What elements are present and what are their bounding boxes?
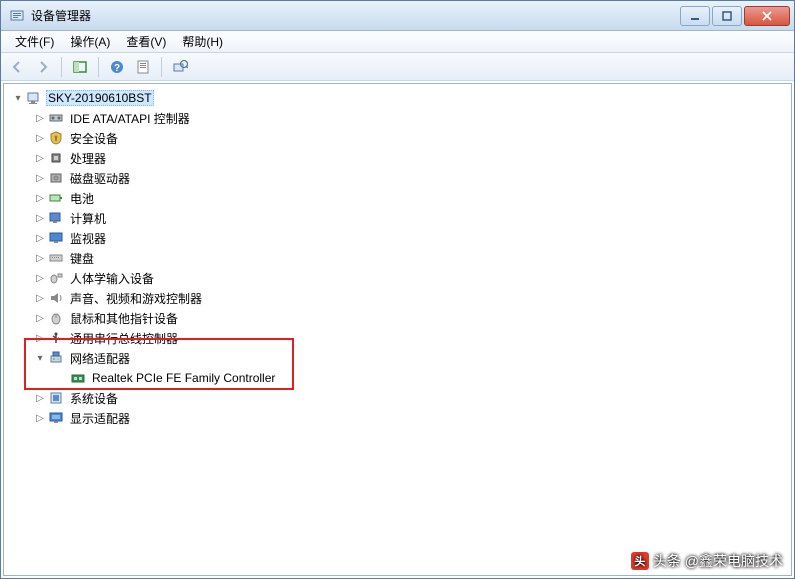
close-button[interactable] — [744, 6, 790, 26]
security-icon — [48, 130, 64, 146]
category-cpu[interactable]: ▷ 处理器 — [4, 148, 791, 168]
device-nic[interactable]: Realtek PCIe FE Family Controller — [4, 368, 791, 388]
network-icon — [48, 350, 64, 366]
properties-button[interactable] — [131, 55, 155, 79]
toolbar-separator — [98, 57, 99, 77]
app-icon — [9, 8, 25, 24]
watermark-icon: 头 — [631, 552, 649, 570]
mouse-icon — [48, 310, 64, 326]
expand-toggle[interactable]: ▷ — [34, 272, 46, 284]
menu-view[interactable]: 查看(V) — [118, 31, 174, 52]
titlebar: 设备管理器 — [1, 1, 794, 31]
tree-item-label: IDE ATA/ATAPI 控制器 — [68, 109, 192, 128]
svg-text:?: ? — [114, 63, 120, 74]
category-network[interactable]: ▾ 网络适配器 — [4, 348, 791, 368]
expand-toggle[interactable]: ▷ — [34, 152, 46, 164]
menu-file[interactable]: 文件(F) — [7, 31, 62, 52]
battery-icon — [48, 190, 64, 206]
expand-toggle[interactable]: ▷ — [34, 212, 46, 224]
tree-item-label: Realtek PCIe FE Family Controller — [90, 370, 277, 386]
expand-toggle[interactable]: ▷ — [34, 392, 46, 404]
usb-icon — [48, 330, 64, 346]
device-manager-window: 设备管理器 文件(F) 操作(A) 查看(V) 帮助(H) ? ▾ SKY-201… — [0, 0, 795, 579]
expand-toggle[interactable]: ▷ — [34, 232, 46, 244]
device-tree: ▾SKY-20190610BST▷IDE ATA/ATAPI 控制器▷安全设备▷… — [4, 88, 791, 428]
expand-toggle[interactable]: ▷ — [34, 292, 46, 304]
forward-button[interactable] — [31, 55, 55, 79]
tree-item-label: 鼠标和其他指针设备 — [68, 309, 180, 328]
menu-action[interactable]: 操作(A) — [62, 31, 118, 52]
tree-item-label: 人体学输入设备 — [68, 269, 156, 288]
computer-icon — [48, 210, 64, 226]
category-security[interactable]: ▷ 安全设备 — [4, 128, 791, 148]
scan-hardware-button[interactable] — [168, 55, 192, 79]
watermark-text: 头条 @鑫荣电脑技术 — [653, 551, 783, 571]
tree-item-label: 磁盘驱动器 — [68, 169, 132, 188]
menu-help[interactable]: 帮助(H) — [174, 31, 231, 52]
category-system[interactable]: ▷ 系统设备 — [4, 388, 791, 408]
help-button[interactable]: ? — [105, 55, 129, 79]
root-node[interactable]: ▾ SKY-20190610BST — [4, 88, 791, 108]
category-disk[interactable]: ▷ 磁盘驱动器 — [4, 168, 791, 188]
keyboard-icon — [48, 250, 64, 266]
category-hid[interactable]: ▷ 人体学输入设备 — [4, 268, 791, 288]
category-display[interactable]: ▷ 显示适配器 — [4, 408, 791, 428]
tree-item-label: 监视器 — [68, 229, 108, 248]
category-computer[interactable]: ▷ 计算机 — [4, 208, 791, 228]
ide-icon — [48, 110, 64, 126]
menubar: 文件(F) 操作(A) 查看(V) 帮助(H) — [1, 31, 794, 53]
category-mouse[interactable]: ▷ 鼠标和其他指针设备 — [4, 308, 791, 328]
expand-toggle[interactable]: ▷ — [34, 172, 46, 184]
expand-toggle[interactable]: ▾ — [34, 352, 46, 364]
tree-item-label: 显示适配器 — [68, 409, 132, 428]
minimize-button[interactable] — [680, 6, 710, 26]
tree-item-label: 系统设备 — [68, 389, 120, 408]
category-battery[interactable]: ▷ 电池 — [4, 188, 791, 208]
expand-toggle[interactable]: ▷ — [34, 412, 46, 424]
tree-item-label: 声音、视频和游戏控制器 — [68, 289, 204, 308]
category-keyboard[interactable]: ▷ 键盘 — [4, 248, 791, 268]
tree-item-label: SKY-20190610BST — [46, 90, 154, 106]
tree-panel[interactable]: ▾SKY-20190610BST▷IDE ATA/ATAPI 控制器▷安全设备▷… — [3, 83, 792, 576]
pc-icon — [26, 90, 42, 106]
tree-item-label: 网络适配器 — [68, 349, 132, 368]
window-buttons — [680, 6, 790, 26]
expand-toggle[interactable]: ▷ — [34, 112, 46, 124]
expand-toggle[interactable]: ▷ — [34, 332, 46, 344]
expand-toggle[interactable]: ▷ — [34, 132, 46, 144]
tree-item-label: 通用串行总线控制器 — [68, 329, 180, 348]
expand-toggle[interactable]: ▷ — [34, 192, 46, 204]
tree-item-label: 计算机 — [68, 209, 108, 228]
window-title: 设备管理器 — [31, 7, 680, 24]
toolbar-separator — [161, 57, 162, 77]
category-sound[interactable]: ▷ 声音、视频和游戏控制器 — [4, 288, 791, 308]
expand-toggle[interactable]: ▷ — [34, 252, 46, 264]
toolbar: ? — [1, 53, 794, 81]
tree-item-label: 键盘 — [68, 249, 96, 268]
category-ide[interactable]: ▷ IDE ATA/ATAPI 控制器 — [4, 108, 791, 128]
tree-item-label: 电池 — [68, 189, 96, 208]
disk-icon — [48, 170, 64, 186]
show-hide-console-button[interactable] — [68, 55, 92, 79]
maximize-button[interactable] — [712, 6, 742, 26]
tree-item-label: 安全设备 — [68, 129, 120, 148]
tree-item-label: 处理器 — [68, 149, 108, 168]
expand-toggle[interactable]: ▷ — [34, 312, 46, 324]
hid-icon — [48, 270, 64, 286]
watermark: 头 头条 @鑫荣电脑技术 — [631, 551, 783, 571]
expand-toggle[interactable]: ▾ — [12, 92, 24, 104]
cpu-icon — [48, 150, 64, 166]
nic-icon — [70, 370, 86, 386]
sound-icon — [48, 290, 64, 306]
toolbar-separator — [61, 57, 62, 77]
category-usb[interactable]: ▷ 通用串行总线控制器 — [4, 328, 791, 348]
monitor-icon — [48, 230, 64, 246]
display-icon — [48, 410, 64, 426]
category-monitor[interactable]: ▷ 监视器 — [4, 228, 791, 248]
system-icon — [48, 390, 64, 406]
back-button[interactable] — [5, 55, 29, 79]
